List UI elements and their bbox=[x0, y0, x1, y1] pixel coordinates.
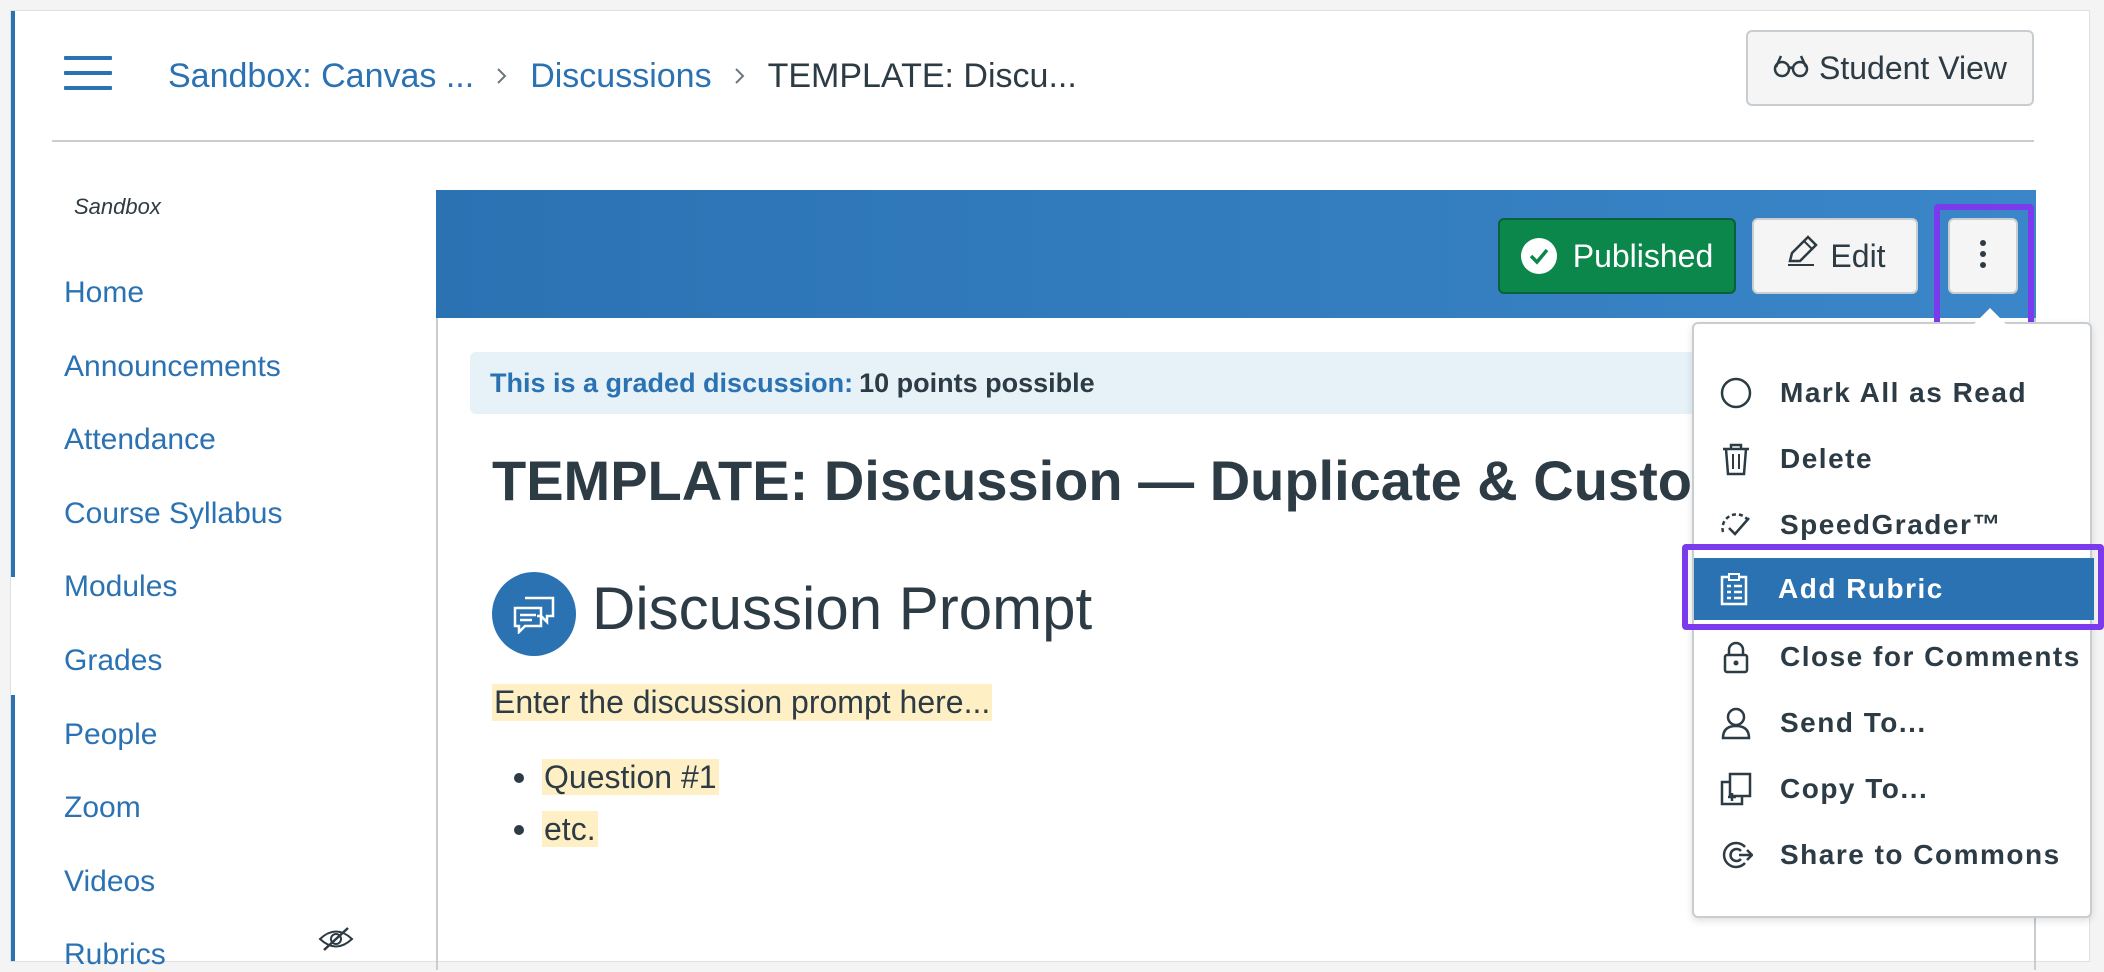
header-divider bbox=[52, 140, 2034, 142]
course-nav-label: Sandbox bbox=[74, 194, 161, 219]
hamburger-menu-icon[interactable] bbox=[64, 54, 112, 92]
menu-item-add-rubric[interactable]: Add Rubric bbox=[1694, 558, 2094, 620]
published-label: Published bbox=[1572, 237, 1714, 274]
sidebar-item-grades[interactable]: Grades bbox=[64, 644, 162, 678]
glasses-icon bbox=[1773, 50, 1809, 87]
sidebar-item-people[interactable]: People bbox=[64, 718, 157, 752]
breadcrumb-course-link[interactable]: Sandbox: Canvas ... bbox=[168, 57, 474, 96]
menu-pointer bbox=[1974, 308, 2006, 324]
user-icon bbox=[1718, 705, 1754, 741]
prompt-heading: Discussion Prompt bbox=[592, 575, 1093, 642]
sidebar-item-modules[interactable]: Modules bbox=[64, 570, 177, 604]
prompt-text: Enter the discussion prompt here... bbox=[492, 684, 993, 721]
left-accent-gap bbox=[11, 577, 15, 695]
sidebar-item-rubrics[interactable]: Rubrics bbox=[64, 938, 166, 972]
rubric-icon bbox=[1716, 571, 1752, 607]
chevron-right-icon bbox=[734, 66, 746, 86]
prompt-bullet-list: Question #1 etc. bbox=[492, 756, 719, 860]
list-item: Question #1 bbox=[514, 756, 719, 798]
menu-item-mark-all-read[interactable]: Mark All as Read bbox=[1696, 362, 2092, 424]
speedgrader-icon bbox=[1718, 507, 1754, 543]
sidebar-item-home[interactable]: Home bbox=[64, 276, 144, 310]
list-item: etc. bbox=[514, 808, 719, 850]
sidebar-item-course-syllabus[interactable]: Course Syllabus bbox=[64, 497, 282, 531]
discussion-options-menu: Mark All as Read Delete SpeedGrader™ Add… bbox=[1692, 322, 2094, 918]
pencil-icon bbox=[1784, 235, 1819, 277]
left-accent-rule bbox=[11, 11, 15, 961]
discussion-title: TEMPLATE: Discussion — Duplicate & Custo… bbox=[492, 449, 1702, 512]
more-options-button[interactable] bbox=[1948, 218, 2018, 294]
check-circle-icon bbox=[1520, 238, 1557, 274]
graded-discussion-banner: This is a graded discussion: 10 points p… bbox=[470, 352, 1730, 414]
breadcrumb-discussions-link[interactable]: Discussions bbox=[530, 57, 711, 96]
eye-slash-icon bbox=[318, 926, 354, 952]
menu-item-speedgrader[interactable]: SpeedGrader™ bbox=[1696, 494, 2092, 556]
points-possible: 10 points possible bbox=[859, 367, 1095, 398]
sidebar-item-attendance[interactable]: Attendance bbox=[64, 423, 216, 457]
chevron-right-icon bbox=[496, 66, 508, 86]
student-view-button[interactable]: Student View bbox=[1746, 30, 2034, 106]
sidebar-item-zoom[interactable]: Zoom bbox=[64, 791, 141, 825]
lock-icon bbox=[1718, 639, 1754, 675]
edit-label: Edit bbox=[1830, 237, 1886, 274]
menu-item-delete[interactable]: Delete bbox=[1696, 428, 2092, 490]
trash-icon bbox=[1718, 441, 1754, 477]
sidebar-item-videos[interactable]: Videos bbox=[64, 865, 155, 899]
edit-button[interactable]: Edit bbox=[1752, 218, 1918, 294]
published-button[interactable]: Published bbox=[1498, 218, 1736, 294]
student-view-label: Student View bbox=[1819, 49, 2007, 86]
sidebar-item-announcements[interactable]: Announcements bbox=[64, 350, 281, 384]
circle-icon bbox=[1718, 375, 1754, 411]
breadcrumb: Sandbox: Canvas ... Discussions TEMPLATE… bbox=[168, 54, 1077, 98]
copy-icon bbox=[1718, 771, 1754, 807]
menu-item-close-for-comments[interactable]: Close for Comments bbox=[1696, 626, 2092, 688]
menu-item-share-to-commons[interactable]: Share to Commons bbox=[1696, 824, 2092, 886]
vertical-ellipsis-icon bbox=[1979, 239, 1987, 274]
commons-icon bbox=[1718, 837, 1754, 873]
discussion-icon bbox=[492, 572, 576, 656]
graded-label: This is a graded discussion: bbox=[490, 367, 854, 398]
menu-item-copy-to[interactable]: Copy To... bbox=[1696, 758, 2092, 820]
breadcrumb-current: TEMPLATE: Discu... bbox=[767, 56, 1077, 95]
menu-item-send-to[interactable]: Send To... bbox=[1696, 692, 2092, 754]
